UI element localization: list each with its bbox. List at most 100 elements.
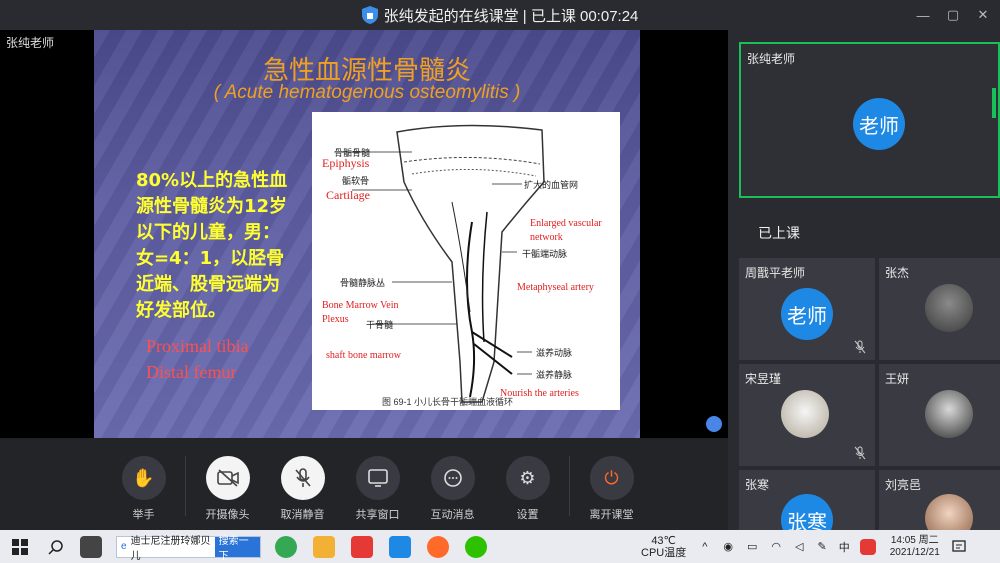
- settings-label: 设置: [516, 509, 539, 521]
- search-icon[interactable]: [48, 539, 64, 555]
- participant-name: 王妍: [885, 372, 910, 386]
- figure-label-en: Plexus: [322, 314, 349, 325]
- participant-tile[interactable]: 周戬平老师 老师: [739, 258, 875, 360]
- tray-icon[interactable]: ◉: [723, 540, 733, 553]
- share-screen-icon: [355, 456, 400, 500]
- clock[interactable]: 14:05 周二 2021/12/21: [890, 535, 940, 559]
- raise-hand-label: 举手: [132, 509, 155, 521]
- figure-label-cn: 骺软骨: [342, 176, 370, 186]
- taskbar-search[interactable]: e 迪士尼注册玲娜贝儿 搜索一下: [116, 535, 261, 562]
- slide-body-line: 源性骨髓炎为12岁: [136, 196, 288, 217]
- bone-diagram: 骨骺骨髓 Epiphysis 骺软骨 Cartilage 扩大的血管网 Enla…: [312, 112, 620, 410]
- participant-tile[interactable]: 宋昱瑾: [739, 364, 875, 466]
- unmute-label: 取消静音: [280, 509, 325, 521]
- cpu-temp: 43℃ CPU温度: [641, 535, 686, 559]
- participant-tile[interactable]: 王妍: [879, 364, 1000, 466]
- avatar: 张寒: [781, 494, 833, 530]
- ie-icon: e: [121, 541, 127, 552]
- share-window-button[interactable]: 共享窗口: [340, 456, 415, 522]
- slide-red-line: Distal femur: [146, 362, 237, 382]
- power-icon: ⏻: [589, 456, 634, 500]
- figure-label-en: network: [530, 232, 563, 243]
- chevron-up-icon[interactable]: ^: [702, 541, 707, 553]
- clock-time: 14:05 周二: [890, 534, 939, 546]
- avatar-photo: [925, 284, 973, 332]
- avatar: 老师: [853, 98, 905, 150]
- figure-label-en: Cartilage: [326, 188, 370, 202]
- cpu-temp-label: CPU温度: [641, 546, 687, 559]
- section-title: 已上课: [758, 225, 800, 241]
- mic-muted-icon: [854, 446, 866, 460]
- share-window-label: 共享窗口: [355, 509, 400, 521]
- avatar-photo: [925, 390, 973, 438]
- participant-name: 张杰: [885, 266, 910, 280]
- meeting-toolbar: ✋ 举手 开摄像头 取消静音 共享窗口 互动消息 ⚙ 设置 ⏻ 离开课堂: [0, 438, 728, 530]
- avatar: 老师: [781, 288, 833, 340]
- classroom-app-icon[interactable]: [427, 535, 449, 558]
- figure-label-cn: 扩大的血管网: [524, 180, 579, 190]
- volume-icon[interactable]: ◁: [795, 540, 803, 553]
- participant-name: 周戬平老师: [745, 266, 806, 280]
- participant-name: 刘亮邑: [885, 478, 922, 492]
- participant-tile[interactable]: 刘亮邑: [879, 470, 1000, 530]
- participant-tile[interactable]: 张寒 张寒: [739, 470, 875, 530]
- figure-label-cn: 滋养动脉: [536, 348, 573, 358]
- slide-body-line: 好发部位。: [136, 300, 226, 321]
- unmute-button[interactable]: 取消静音: [265, 456, 340, 522]
- avatar-photo: [925, 494, 973, 530]
- folder-icon[interactable]: [313, 535, 335, 558]
- hand-icon: ✋: [121, 456, 166, 500]
- chat-button[interactable]: 互动消息: [415, 456, 490, 522]
- figure-label-en: Epiphysis: [322, 156, 370, 170]
- chat-icon: [430, 456, 475, 500]
- figure-caption: 图 69-1 小儿长骨干骺端血液循环: [382, 397, 514, 407]
- participant-tile[interactable]: 张杰: [879, 258, 1000, 360]
- figure-label-en: shaft bone marrow: [326, 350, 401, 361]
- raise-hand-button[interactable]: ✋ 举手: [106, 456, 181, 522]
- main-video-tile[interactable]: 张纯老师 老师: [739, 42, 1000, 198]
- settings-button[interactable]: ⚙ 设置: [490, 456, 565, 522]
- camera-label: 开摄像头: [205, 509, 250, 521]
- window-controls: — ▢ ✕: [908, 0, 998, 30]
- wechat-icon[interactable]: [465, 535, 487, 558]
- battery-icon[interactable]: ▭: [747, 540, 757, 553]
- participant-name: 张寒: [745, 478, 770, 492]
- gear-icon: ⚙: [505, 456, 550, 500]
- browser-icon[interactable]: [275, 535, 297, 558]
- windows-start-icon[interactable]: [12, 538, 28, 555]
- maximize-button[interactable]: ▢: [938, 7, 968, 23]
- clock-date: 2021/12/21: [889, 546, 940, 558]
- os-taskbar: e 迪士尼注册玲娜贝儿 搜索一下 43℃ CPU温度 ^ ◉ ▭ ◠ ◁ ✎ 中…: [0, 530, 1000, 563]
- figure-label-en: Metaphyseal artery: [517, 282, 594, 293]
- close-button[interactable]: ✕: [968, 7, 998, 23]
- wifi-icon[interactable]: ◠: [771, 540, 781, 553]
- main-tile-name: 张纯老师: [747, 52, 796, 66]
- mic-off-icon: [280, 456, 325, 500]
- mic-muted-icon: [854, 340, 866, 354]
- camera-button[interactable]: 开摄像头: [190, 456, 265, 522]
- wps-icon[interactable]: [351, 535, 373, 558]
- slide-body-line: 女=4：1，以胫骨: [136, 248, 285, 269]
- search-text: 迪士尼注册玲娜贝儿: [130, 535, 211, 562]
- host-label: 张纯老师: [6, 36, 55, 50]
- participant-name: 宋昱瑾: [745, 372, 782, 386]
- ime-indicator[interactable]: 中: [839, 539, 850, 555]
- figure-label-cn: 滋养静脉: [536, 370, 573, 380]
- slide-red-line: Proximal tibia: [146, 336, 249, 356]
- slide-body-line: 以下的儿童，男：: [136, 222, 280, 243]
- figure-label-en: Enlarged vascular: [530, 218, 602, 229]
- notification-icon[interactable]: [952, 539, 966, 554]
- pen-icon[interactable]: ✎: [818, 540, 827, 553]
- search-button[interactable]: 搜索一下: [214, 536, 260, 562]
- leave-class-button[interactable]: ⏻ 离开课堂: [574, 456, 649, 522]
- pip-toggle-icon[interactable]: [706, 416, 722, 432]
- feishu-icon[interactable]: [389, 535, 411, 558]
- minimize-button[interactable]: —: [908, 8, 938, 23]
- participants-panel: 张纯老师 老师 已上课 周戬平老师 老师 张杰 宋昱瑾 王妍 张寒 张寒 刘亮邑: [728, 30, 1000, 530]
- leave-class-label: 离开课堂: [589, 509, 634, 521]
- sogou-icon[interactable]: [859, 538, 876, 555]
- slide-subtitle: ( Acute hematogenous osteomylitis ): [213, 82, 521, 103]
- app-icon[interactable]: [80, 535, 102, 558]
- cpu-temp-value: 43℃: [651, 534, 676, 547]
- slide-body-line: 80%以上的急性血: [136, 170, 288, 191]
